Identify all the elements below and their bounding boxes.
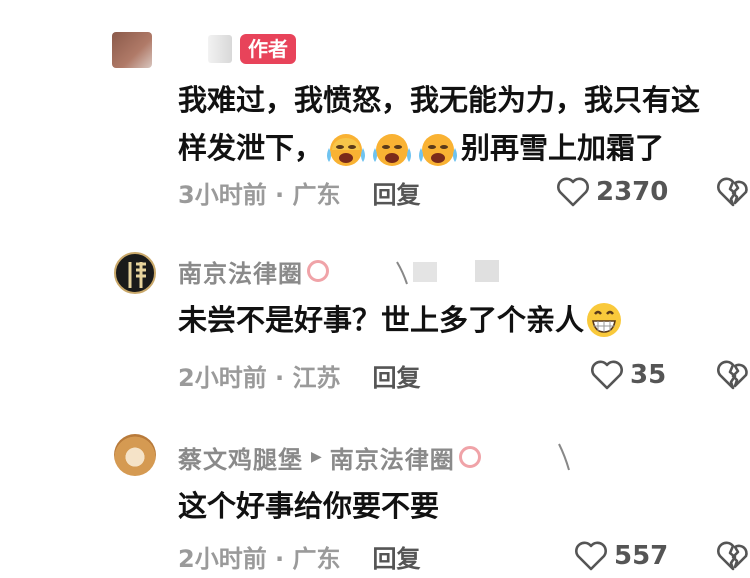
name-row: 南京法律圈 [178, 254, 509, 288]
comment-text: 这个好事给你要不要 [178, 486, 439, 526]
verified-badge [307, 260, 329, 282]
decoration-icon [396, 260, 499, 285]
avatar[interactable] [112, 32, 152, 68]
user-name[interactable]: 南京法律圈 [178, 254, 303, 289]
dislike-button[interactable] [716, 359, 750, 395]
broken-heart-icon [717, 177, 748, 207]
reply-arrow-icon: ▶ [311, 449, 322, 465]
comment-text-line: 我难过，我愤怒，我无能为力，我只有这 [178, 83, 701, 117]
blurred-name [208, 35, 232, 63]
reply-button[interactable]: 回复 [373, 175, 421, 210]
reply-to-name[interactable]: 南京法律圈 [330, 440, 455, 475]
comment-text-line: 样发泄下， 别再雪上加霜了 [178, 128, 700, 168]
user-name[interactable]: 蔡文鸡腿堡 [178, 440, 303, 475]
broken-heart-icon [717, 360, 748, 390]
comment-text: 我难过，我愤怒，我无能为力，我只有这 样发泄下， 别再雪上加霜了 [178, 80, 700, 168]
crying-emoji-icon [419, 134, 458, 166]
heart-icon [575, 541, 607, 571]
decoration-icon [557, 443, 570, 471]
comment-text-line: 未尝不是好事？世上多了个亲人 [178, 303, 585, 337]
like-count: 35 [630, 360, 667, 390]
comment-text-part: 别再雪上加霜了 [461, 131, 665, 165]
reply-button[interactable]: 回复 [373, 539, 421, 574]
like-count: 557 [614, 541, 669, 571]
like-button[interactable]: 2370 [556, 176, 668, 208]
time-location: 2小时前 · 广东 [178, 544, 341, 573]
like-button[interactable]: 557 [574, 540, 668, 572]
crying-emoji-icon [373, 134, 412, 166]
like-count: 2370 [596, 177, 669, 207]
verified-badge [458, 446, 481, 468]
broken-heart-icon [717, 541, 748, 571]
comment-text-line: 这个好事给你要不要 [178, 489, 440, 523]
grinning-emoji-icon [587, 303, 622, 337]
comment-text-part: 样发泄下， [178, 131, 324, 165]
comment-text: 未尝不是好事？世上多了个亲人 [178, 300, 624, 340]
law-logo-icon [128, 262, 146, 288]
name-row: 蔡文鸡腿堡 ▶ 南京法律圈 [178, 440, 591, 474]
dislike-button[interactable] [716, 176, 750, 212]
name-row: 作者 [178, 32, 296, 66]
time-location: 2小时前 · 江苏 [178, 363, 341, 392]
crying-emoji-icon [327, 134, 366, 166]
heart-icon [591, 360, 623, 390]
avatar[interactable] [114, 252, 156, 294]
dislike-button[interactable] [716, 540, 750, 576]
heart-icon [557, 177, 589, 207]
time-location: 3小时前 · 广东 [178, 180, 341, 209]
reply-button[interactable]: 回复 [373, 358, 421, 393]
like-button[interactable]: 35 [590, 359, 666, 391]
avatar[interactable] [114, 434, 156, 476]
author-badge: 作者 [240, 34, 296, 64]
